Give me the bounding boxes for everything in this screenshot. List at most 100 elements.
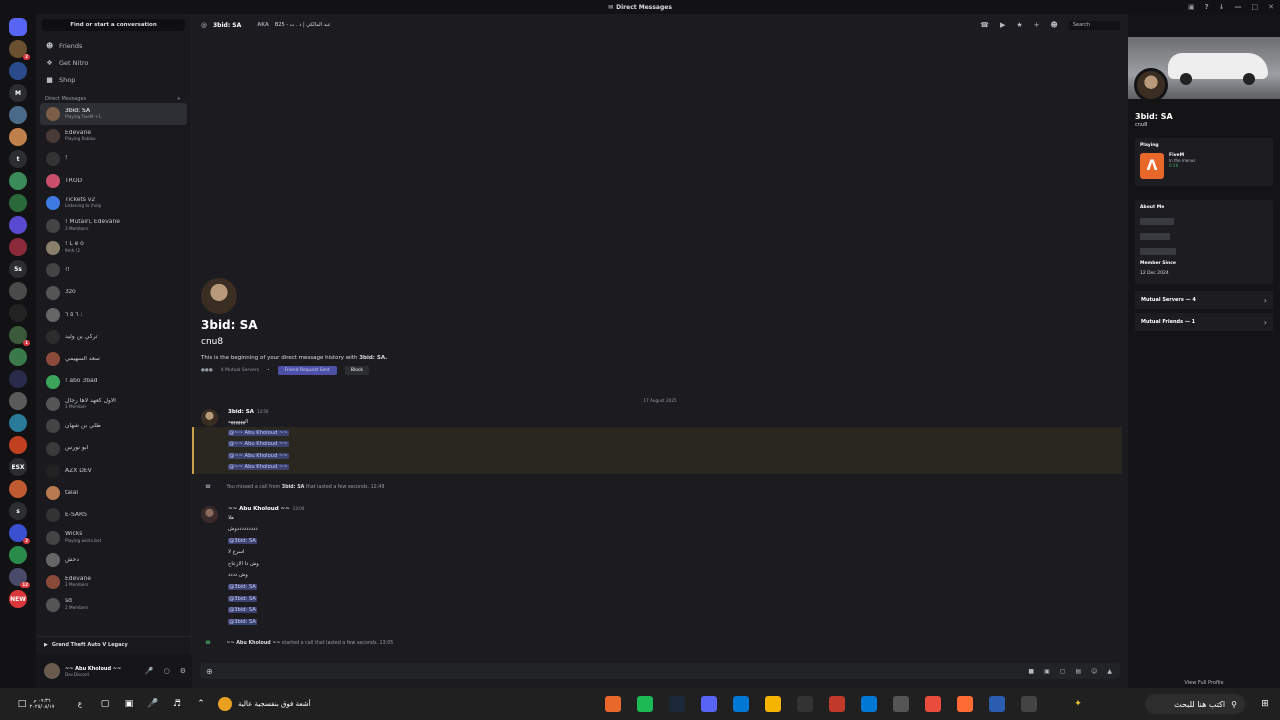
chevron-up-icon[interactable]: ⌃ (191, 694, 211, 714)
server-icon[interactable]: 1 (9, 326, 30, 346)
avatar[interactable] (1134, 68, 1168, 102)
server-icon[interactable] (9, 392, 27, 410)
dm-item[interactable]: الأول كعهد لاها رجال 1 Member (40, 393, 187, 415)
server-icon[interactable] (9, 370, 27, 388)
message-author[interactable]: 3bid: SA (228, 409, 254, 415)
taskbar-app-icon[interactable] (797, 696, 813, 712)
pin-icon[interactable]: ★ (1016, 21, 1022, 30)
server-icon[interactable]: 12 (9, 568, 30, 588)
headphones-icon[interactable]: ○ (164, 667, 170, 675)
mention[interactable]: @~~ Abu Kholoud ~~ (228, 441, 289, 447)
server-icon[interactable] (9, 304, 27, 322)
help-icon[interactable]: ? (1205, 3, 1209, 11)
taskbar-app-icon[interactable] (605, 696, 621, 712)
server-icon[interactable]: t (9, 150, 27, 168)
mention[interactable]: @3bid: SA (228, 596, 257, 602)
search-input[interactable]: Search (1068, 21, 1120, 30)
server-icon[interactable] (9, 194, 27, 212)
dm-item[interactable]: sd 2 Members (40, 594, 187, 616)
taskbar-app-icon[interactable] (989, 696, 1005, 712)
game-activity-icon[interactable]: ▲ (1107, 668, 1112, 675)
taskbar-app-icon[interactable] (733, 696, 749, 712)
dm-item[interactable]: ٦ ٥ ٦ : (40, 304, 187, 326)
missed-call-name[interactable]: 3bid: SA (282, 485, 305, 490)
close-button[interactable]: ✕ (1268, 3, 1274, 11)
avatar[interactable] (201, 278, 237, 314)
server-icon[interactable] (9, 172, 27, 190)
maximize-button[interactable]: □ (1252, 3, 1259, 11)
notifications-icon[interactable]: □ (12, 694, 32, 714)
mutual-servers-link[interactable]: 4 Mutual Servers (221, 368, 259, 373)
dm-item[interactable]: Edevane Playing Roblox (40, 125, 187, 147)
nav-friends[interactable]: ☻ Friends (36, 37, 191, 54)
dm-item[interactable]: E-SARS (40, 504, 187, 526)
dm-item[interactable]: ! (40, 148, 187, 170)
dm-item[interactable]: talal (40, 482, 187, 504)
server-icon[interactable] (9, 62, 27, 80)
weather-widget[interactable]: أشعة فوق بنفسجية عالية (218, 697, 311, 711)
server-icon[interactable]: ESX (9, 458, 27, 476)
taskbar-app-icon[interactable] (925, 696, 941, 712)
video-icon[interactable]: ▶ (1000, 21, 1005, 30)
taskbar-app-icon[interactable] (893, 696, 909, 712)
gift-icon[interactable]: ■ (1028, 668, 1034, 675)
message-author[interactable]: ~~ Abu Kholoud ~~ (228, 506, 290, 512)
server-icon[interactable] (9, 546, 27, 564)
find-conversation-button[interactable]: Find or start a conversation (42, 19, 185, 31)
mutual-servers-row[interactable]: Mutual Servers — 4 › (1135, 291, 1273, 309)
friend-request-sent-button[interactable]: Friend Request Sent (277, 366, 337, 375)
mic-icon[interactable]: 🎤 (143, 694, 163, 714)
language-indicator[interactable]: ع (70, 694, 90, 714)
server-icon[interactable] (9, 436, 27, 454)
profile-toggle-icon[interactable]: ☻ (1051, 21, 1058, 30)
avatar[interactable] (44, 663, 60, 679)
settings-icon[interactable]: ⚙ (180, 667, 186, 675)
sticker-icon[interactable]: ▢ (1060, 668, 1066, 675)
server-icon[interactable]: NEW (9, 590, 27, 608)
taskbar-app-icon[interactable] (861, 696, 877, 712)
server-icon[interactable]: 2 (9, 524, 30, 544)
dm-item[interactable]: ! L e o 9mh.!2 (40, 237, 187, 259)
server-icon[interactable]: M (9, 84, 27, 102)
emoji-icon[interactable]: ☺ (1091, 668, 1097, 675)
dm-item[interactable]: ! Mutairi, Edevane 3 Members (40, 214, 187, 236)
nav-shop[interactable]: ■ Shop (36, 71, 191, 88)
dm-item[interactable]: ابو نورس (40, 437, 187, 459)
mention[interactable]: @3bid: SA (228, 584, 257, 590)
call-icon[interactable]: ☎ (980, 21, 989, 30)
message-input[interactable]: ⊕ ■ ▣ ▢ ▤ ☺ ▲ (200, 663, 1120, 679)
view-full-profile-link[interactable]: View Full Profile (1128, 680, 1280, 686)
dm-item[interactable]: 3zo (40, 281, 187, 303)
add-dm-icon[interactable]: + (177, 96, 181, 102)
mutual-friends-row[interactable]: Mutual Friends — 1 › (1135, 313, 1273, 331)
dm-item[interactable]: AZX DEV (40, 460, 187, 482)
nav-get-nitro[interactable]: ❖ Get Nitro (36, 54, 191, 71)
server-icon[interactable] (9, 348, 27, 366)
mention[interactable]: @3bid: SA (228, 538, 257, 544)
dm-item[interactable]: طلي بن شهان (40, 415, 187, 437)
dm-item[interactable]: TROD (40, 170, 187, 192)
inbox-icon[interactable]: ▣ (1188, 3, 1195, 11)
call-started-name[interactable]: ~~ Abu Kholoud ~~ (227, 641, 281, 646)
server-icon[interactable] (9, 238, 27, 256)
sparkle-icon[interactable]: ✦ (1068, 694, 1088, 714)
mic-icon[interactable]: 🎤 (145, 667, 154, 675)
taskbar-app-icon[interactable] (701, 696, 717, 712)
server-icon[interactable]: s (9, 502, 27, 520)
download-icon[interactable]: ↓ (1219, 3, 1225, 11)
server-icon[interactable]: 5s (9, 260, 27, 278)
volume-icon[interactable]: ♬ (167, 694, 187, 714)
dm-item[interactable]: Tickets v2 Listening to /help (40, 192, 187, 214)
clock-date[interactable]: ٢٠٢٥/٠٨/١٧ (30, 704, 55, 710)
taskbar-app-icon[interactable] (637, 696, 653, 712)
server-icon[interactable]: 2 (9, 40, 30, 60)
server-icon[interactable] (9, 282, 27, 300)
avatar[interactable] (201, 409, 218, 426)
server-icon[interactable] (9, 128, 27, 146)
minimize-button[interactable]: — (1235, 3, 1242, 11)
taskbar-app-icon[interactable] (669, 696, 685, 712)
start-button[interactable]: ⊞ (1255, 694, 1275, 714)
mention[interactable]: @~~ Abu Kholoud ~~ (228, 453, 289, 459)
dm-item[interactable]: ! abo 3bad (40, 371, 187, 393)
server-icon[interactable] (9, 414, 27, 432)
